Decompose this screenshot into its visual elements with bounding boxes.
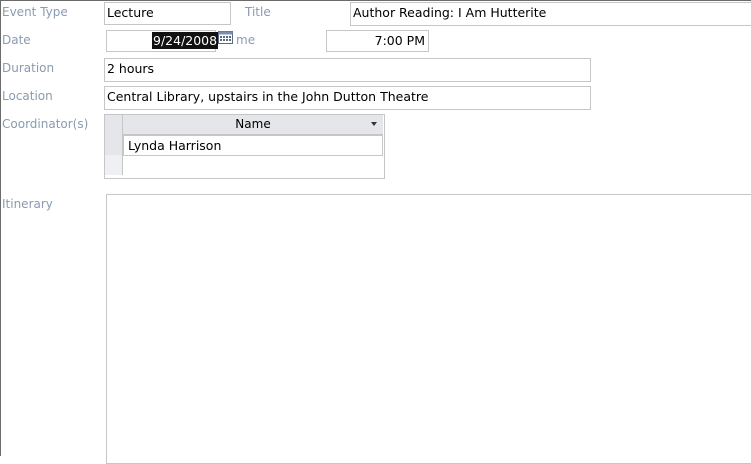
event-type-field[interactable]: Lecture <box>104 2 231 25</box>
coordinators-label: Coordinator(s) <box>2 117 89 131</box>
location-label: Location <box>2 89 53 103</box>
calendar-icon[interactable] <box>218 31 233 44</box>
select-all-corner[interactable] <box>105 115 123 135</box>
coordinator-name-cell[interactable]: Lynda Harrison <box>123 135 383 156</box>
event-type-label: Event Type <box>2 5 68 19</box>
name-column-header[interactable]: Name <box>123 115 383 135</box>
date-field-selected-text[interactable]: 9/24/2008 <box>152 32 219 49</box>
time-field[interactable]: 7:00 PM <box>326 30 429 52</box>
date-label: Date <box>2 33 31 47</box>
itinerary-label: Itinerary <box>2 197 53 211</box>
duration-label: Duration <box>2 61 55 75</box>
new-record-selector[interactable] <box>105 155 123 175</box>
record-selector[interactable] <box>105 135 123 155</box>
title-label: Title <box>245 5 271 19</box>
name-column-header-label: Name <box>235 117 271 131</box>
coordinators-subform[interactable]: Name Lynda Harrison <box>104 114 385 179</box>
location-field[interactable]: Central Library, upstairs in the John Du… <box>104 86 591 110</box>
form-left-border <box>0 0 1 456</box>
form-top-border <box>0 0 751 1</box>
duration-field[interactable]: 2 hours <box>104 58 591 82</box>
itinerary-field[interactable] <box>106 194 751 464</box>
time-label: me <box>236 33 256 47</box>
chevron-down-icon[interactable] <box>371 122 377 126</box>
title-field[interactable]: Author Reading: I Am Hutterite <box>350 2 751 26</box>
